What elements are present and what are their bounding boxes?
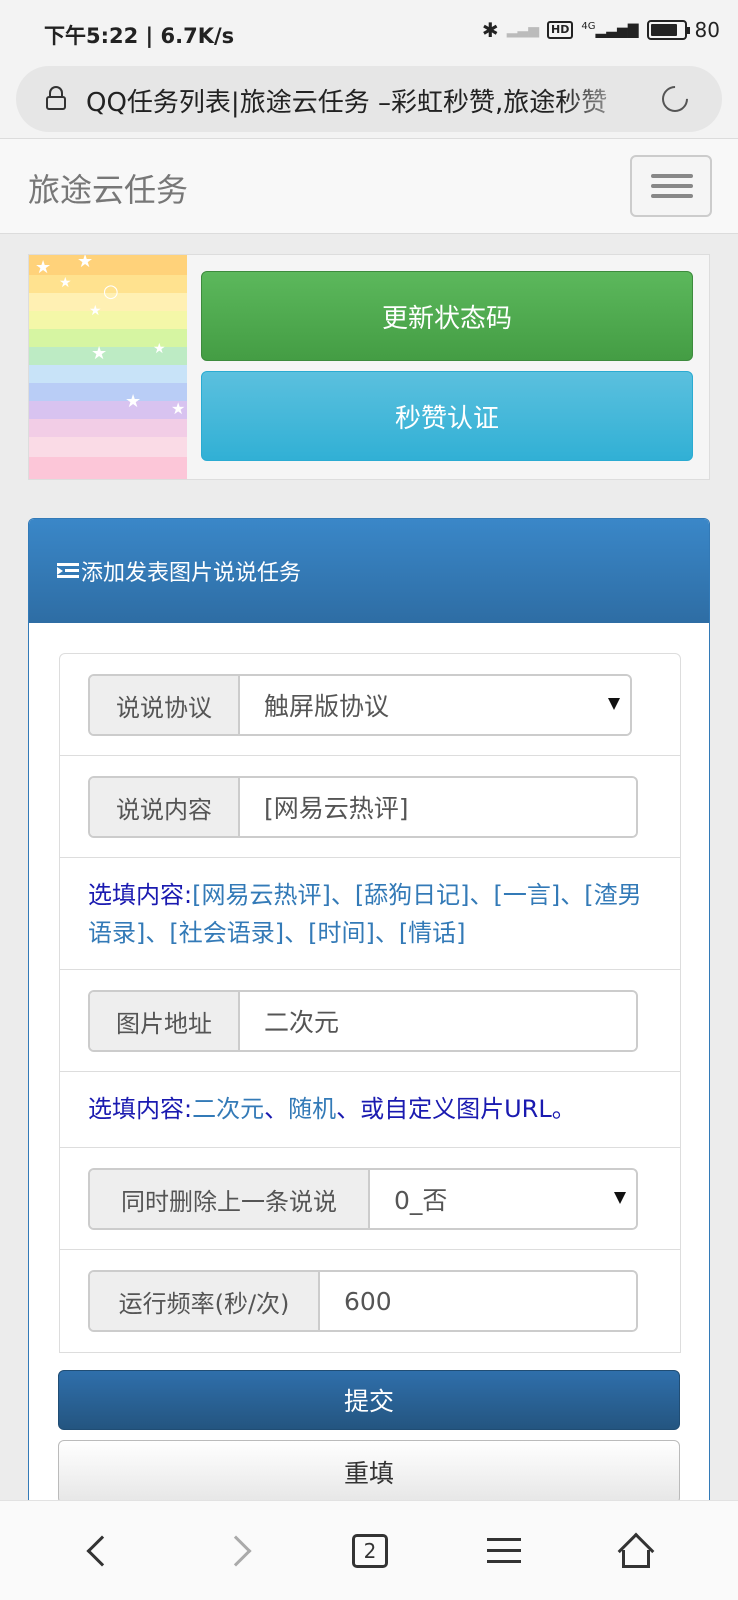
image-group: 图片地址 二次元 <box>88 990 638 1052</box>
panel-heading: 添加发表图片说说任务 <box>29 519 709 623</box>
bluetooth-icon: ✱ <box>481 18 499 42</box>
avatar: ★ ★ ★ ○ ★ ★ ★ ★ ★ <box>29 255 187 479</box>
delete-prev-value: 0_否 <box>394 1186 448 1215</box>
panel-title: 添加发表图片说说任务 <box>81 561 302 586</box>
dropdown-arrow-icon <box>608 698 620 710</box>
network-type-label: 4G <box>581 21 596 33</box>
submit-button[interactable]: 提交 <box>58 1370 680 1430</box>
image-hint-option-random: 随机 <box>288 1095 337 1123</box>
status-time: 下午5:22 | 6.7K/s <box>44 24 235 48</box>
signal-off-icon: ▂▃▅ <box>506 22 539 38</box>
home-icon <box>617 1532 655 1570</box>
delete-prev-select[interactable]: 0_否 <box>370 1170 636 1228</box>
menu-button[interactable] <box>474 1521 534 1581</box>
protocol-group: 说说协议 触屏版协议 <box>88 674 632 736</box>
battery-percent: 80 <box>694 18 720 42</box>
content-input[interactable]: [网易云热评] <box>240 778 636 836</box>
list-item-protocol: 说说协议 触屏版协议 <box>60 654 680 756</box>
image-label: 图片地址 <box>90 992 240 1050</box>
user-card: ★ ★ ★ ○ ★ ★ ★ ★ ★ 更新状态码 秒赞认证 <box>28 254 710 480</box>
content-hint: 选填内容:[网易云热评]、[舔狗日记]、[一言]、[渣男语录]、[社会语录]、[… <box>88 876 648 952</box>
network-speed: 6.7K/s <box>160 24 235 48</box>
dropdown-arrow-icon <box>614 1192 626 1204</box>
content-hint-label: 选填内容: <box>88 881 193 909</box>
image-hint-separator: 、 <box>264 1095 289 1123</box>
list-item-content-hint: 选填内容:[网易云热评]、[舔狗日记]、[一言]、[渣男语录]、[社会语录]、[… <box>60 858 680 970</box>
forward-arrow-icon <box>220 1535 252 1567</box>
status-icons: ✱ ▂▃▅ HD 4G▂▃▅▇ 80 <box>482 18 720 42</box>
menu-toggle-button[interactable] <box>630 155 712 217</box>
task-panel: 添加发表图片说说任务 说说协议 触屏版协议 说说内容 [网易云热评] 选填内容:… <box>28 518 710 1518</box>
frequency-input[interactable]: 600 <box>320 1272 636 1330</box>
site-navbar: 旅途云任务 <box>0 138 738 234</box>
site-brand[interactable]: 旅途云任务 <box>28 165 188 211</box>
reload-icon[interactable] <box>656 80 694 118</box>
tab-count: 2 <box>352 1534 388 1568</box>
update-status-button[interactable]: 更新状态码 <box>201 271 693 361</box>
page-title-url[interactable]: QQ任务列表|旅途云任务 –彩虹秒赞,旅途秒赞 <box>86 82 646 119</box>
forward-button[interactable] <box>206 1521 266 1581</box>
list-item-content: 说说内容 [网易云热评] <box>60 756 680 858</box>
verify-button[interactable]: 秒赞认证 <box>201 371 693 461</box>
back-arrow-icon <box>86 1535 118 1567</box>
protocol-label: 说说协议 <box>90 676 240 734</box>
address-field[interactable]: QQ任务列表|旅途云任务 –彩虹秒赞,旅途秒赞 <box>16 66 722 132</box>
image-url-input[interactable]: 二次元 <box>240 992 636 1050</box>
reset-button[interactable]: 重填 <box>58 1440 680 1504</box>
battery-icon <box>646 20 690 40</box>
delete-prev-label: 同时删除上一条说说 <box>90 1170 370 1228</box>
menu-icon <box>487 1538 521 1564</box>
image-hint-option-anime: 二次元 <box>192 1095 265 1123</box>
browser-bottom-nav: 2 <box>0 1500 738 1600</box>
image-hint-rest: 、或自定义图片URL。 <box>336 1095 576 1123</box>
content-group: 说说内容 [网易云热评] <box>88 776 638 838</box>
list-item-image: 图片地址 二次元 <box>60 970 680 1072</box>
protocol-select[interactable]: 触屏版协议 <box>240 676 630 734</box>
frequency-group: 运行频率(秒/次) 600 <box>88 1270 638 1332</box>
browser-url-bar: QQ任务列表|旅途云任务 –彩虹秒赞,旅途秒赞 <box>0 62 738 138</box>
signal-4g-icon: 4G▂▃▅▇ <box>581 21 639 39</box>
content-label: 说说内容 <box>90 778 240 836</box>
home-button[interactable] <box>606 1521 666 1581</box>
protocol-value: 触屏版协议 <box>264 692 390 721</box>
back-button[interactable] <box>72 1521 132 1581</box>
lock-icon <box>46 86 66 110</box>
image-hint: 选填内容:二次元、随机、或自定义图片URL。 <box>88 1090 576 1128</box>
hd-icon: HD <box>547 21 574 39</box>
clock-text: 下午5:22 <box>44 24 139 48</box>
frequency-label: 运行频率(秒/次) <box>90 1272 320 1330</box>
image-hint-label: 选填内容: <box>88 1095 193 1123</box>
status-bar: 下午5:22 | 6.7K/s ✱ ▂▃▅ HD 4G▂▃▅▇ 80 <box>0 0 738 62</box>
list-item-frequency: 运行频率(秒/次) 600 <box>60 1250 680 1352</box>
delete-prev-group: 同时删除上一条说说 0_否 <box>88 1168 638 1230</box>
tabs-button[interactable]: 2 <box>340 1521 400 1581</box>
list-item-delete-prev: 同时删除上一条说说 0_否 <box>60 1148 680 1250</box>
list-item-image-hint: 选填内容:二次元、随机、或自定义图片URL。 <box>60 1072 680 1148</box>
list-icon <box>57 563 79 579</box>
form-list: 说说协议 触屏版协议 说说内容 [网易云热评] 选填内容:[网易云热评]、[舔狗… <box>59 653 681 1353</box>
